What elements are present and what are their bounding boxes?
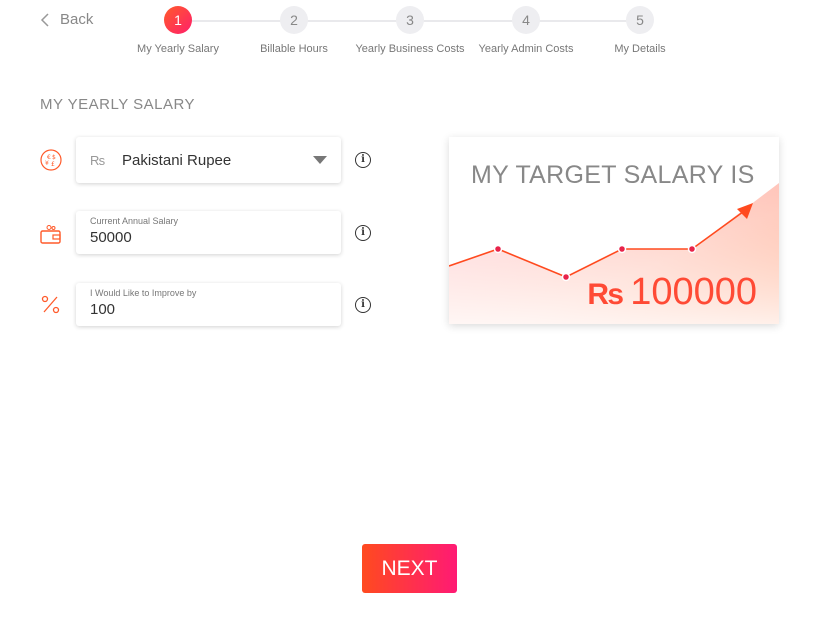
progress-stepper: 1 My Yearly Salary 2 Billable Hours 3 Ye…: [120, 6, 700, 66]
currency-select[interactable]: ₨ Pakistani Rupee: [76, 137, 341, 183]
target-amount-value: 100000: [630, 271, 757, 313]
step-number: 5: [626, 6, 654, 34]
step-5[interactable]: 5 My Details: [580, 6, 700, 55]
currency-exchange-icon: € $ ¥ £: [40, 149, 62, 171]
section-title: MY YEARLY SALARY: [40, 96, 196, 113]
currency-symbol: ₨: [90, 152, 106, 168]
step-1[interactable]: 1 My Yearly Salary: [118, 6, 238, 55]
chevron-left-icon: [40, 12, 49, 27]
step-3[interactable]: 3 Yearly Business Costs: [350, 6, 470, 55]
step-4[interactable]: 4 Yearly Admin Costs: [466, 6, 586, 55]
step-label: My Yearly Salary: [137, 43, 219, 55]
svg-text:£: £: [51, 161, 55, 168]
back-label: Back: [60, 11, 94, 28]
current-salary-input[interactable]: [90, 229, 327, 246]
target-currency-symbol: ₨: [587, 278, 625, 311]
target-salary-card: MY TARGET SALARY IS ₨ 100000: [449, 137, 779, 324]
wallet-icon: [40, 224, 62, 246]
caret-down-icon: [313, 156, 327, 164]
target-salary-title: MY TARGET SALARY IS: [471, 161, 755, 189]
step-label: Yearly Admin Costs: [478, 43, 574, 55]
step-2[interactable]: 2 Billable Hours: [234, 6, 354, 55]
step-label: Billable Hours: [260, 43, 328, 55]
svg-text:¥: ¥: [45, 160, 49, 167]
next-button[interactable]: NEXT: [362, 544, 457, 593]
step-label: My Details: [614, 43, 666, 55]
improve-by-input[interactable]: [90, 301, 327, 318]
info-icon[interactable]: i: [355, 152, 371, 168]
info-icon[interactable]: i: [355, 297, 371, 313]
info-icon[interactable]: i: [355, 225, 371, 241]
svg-text:$: $: [52, 154, 56, 161]
step-label: Yearly Business Costs: [355, 43, 465, 55]
step-number: 2: [280, 6, 308, 34]
improve-by-label: I Would Like to Improve by: [90, 288, 197, 298]
step-number: 3: [396, 6, 424, 34]
current-salary-field[interactable]: Current Annual Salary: [76, 211, 341, 254]
target-salary-amount: ₨ 100000: [587, 271, 757, 314]
currency-name: Pakistani Rupee: [122, 151, 232, 169]
improve-by-field[interactable]: I Would Like to Improve by: [76, 283, 341, 326]
step-number: 1: [164, 6, 192, 34]
back-button[interactable]: Back: [40, 11, 93, 28]
step-number: 4: [512, 6, 540, 34]
percent-icon: [40, 294, 62, 316]
current-salary-label: Current Annual Salary: [90, 216, 179, 226]
